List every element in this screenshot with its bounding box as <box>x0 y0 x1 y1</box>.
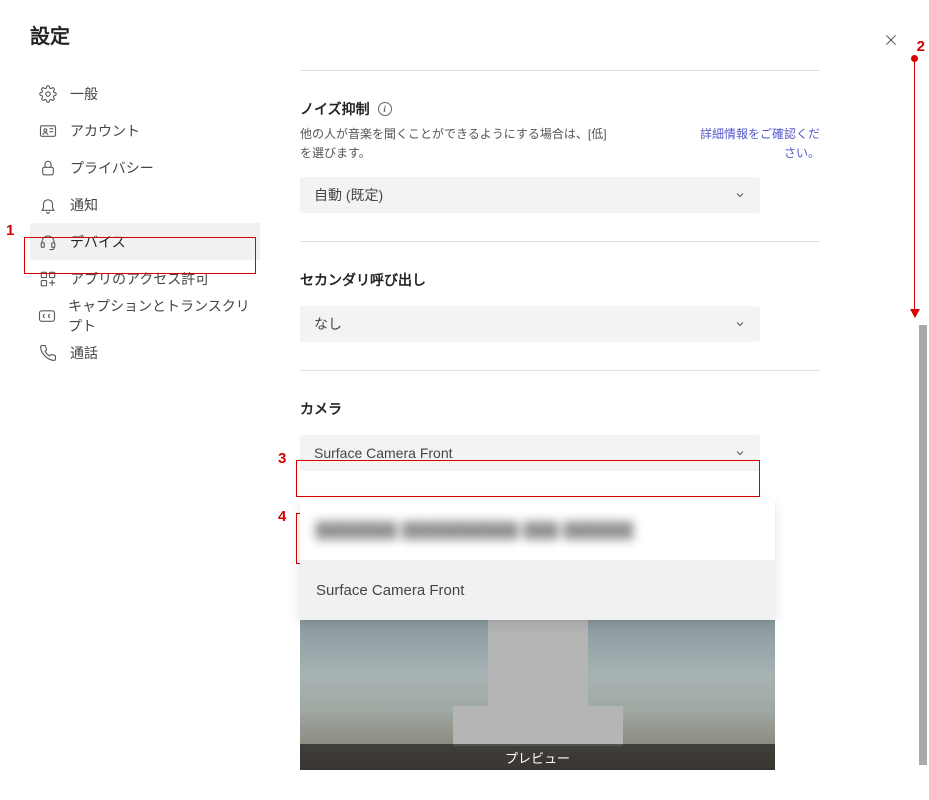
sidebar-item-notifications[interactable]: 通知 <box>30 186 260 223</box>
sidebar-item-account[interactable]: アカウント <box>30 112 260 149</box>
phone-icon <box>38 343 58 363</box>
annotation-4: 4 <box>278 508 286 525</box>
camera-preview: プレビュー <box>300 620 775 770</box>
preview-blur-head <box>488 620 588 720</box>
sidebar-item-app-permissions[interactable]: アプリのアクセス許可 <box>30 260 260 297</box>
annotation-3: 3 <box>278 450 286 467</box>
secondary-ringer-select[interactable]: なし <box>300 306 760 342</box>
noise-suppression-section: ノイズ抑制 i 他の人が音楽を聞くことができるようにする場合は、[低] を選びま… <box>300 70 820 241</box>
camera-title: カメラ <box>300 399 820 419</box>
camera-option-1[interactable]: Surface Camera Front <box>300 560 775 620</box>
annotation-1: 1 <box>6 222 14 239</box>
sidebar-item-devices[interactable]: デバイス <box>30 223 260 260</box>
sidebar-item-calls[interactable]: 通話 <box>30 334 260 371</box>
vertical-scrollbar[interactable] <box>919 325 927 765</box>
info-icon[interactable]: i <box>378 102 392 116</box>
sidebar-item-label: 通話 <box>70 343 98 363</box>
secondary-ringer-section: セカンダリ呼び出し なし <box>300 241 820 370</box>
settings-content: ノイズ抑制 i 他の人が音楽を聞くことができるようにする場合は、[低] を選びま… <box>260 0 820 800</box>
lock-icon <box>38 158 58 178</box>
sidebar-item-captions[interactable]: キャプションとトランスクリプト <box>30 297 260 334</box>
close-button[interactable] <box>881 30 901 50</box>
noise-title-text: ノイズ抑制 <box>300 99 370 119</box>
secondary-title: セカンダリ呼び出し <box>300 270 820 290</box>
sidebar-item-label: 一般 <box>70 84 98 104</box>
sidebar-item-label: プライバシー <box>70 158 154 178</box>
apps-icon <box>38 269 58 289</box>
id-card-icon <box>38 121 58 141</box>
gear-icon <box>38 84 58 104</box>
annotation-2-arrow <box>914 60 915 317</box>
sidebar-item-label: キャプションとトランスクリプト <box>68 296 252 336</box>
camera-option-0[interactable]: ███████ ██████████ ███ ██████ <box>300 500 775 560</box>
page-title: 設定 <box>30 20 260 49</box>
preview-label: プレビュー <box>300 744 775 770</box>
sidebar-item-label: デバイス <box>70 232 126 252</box>
secondary-title-text: セカンダリ呼び出し <box>300 270 426 290</box>
sidebar-item-label: アカウント <box>70 121 140 141</box>
camera-section: カメラ Surface Camera Front <box>300 370 820 471</box>
cc-icon <box>38 306 56 326</box>
sidebar-item-privacy[interactable]: プライバシー <box>30 149 260 186</box>
noise-learn-more-link[interactable]: 詳細情報をご確認ください。 <box>690 125 820 163</box>
chevron-down-icon <box>734 447 746 459</box>
chevron-down-icon <box>734 318 746 330</box>
sidebar-item-general[interactable]: 一般 <box>30 75 260 112</box>
camera-select[interactable]: Surface Camera Front <box>300 435 760 471</box>
secondary-value: なし <box>314 314 342 334</box>
noise-value: 自動 (既定) <box>314 185 383 205</box>
sidebar-item-label: 通知 <box>70 195 98 215</box>
noise-desc: 他の人が音楽を聞くことができるようにする場合は、[低] を選びます。 <box>300 125 620 163</box>
annotation-2: 2 <box>917 38 925 55</box>
headset-icon <box>38 232 58 252</box>
noise-suppression-select[interactable]: 自動 (既定) <box>300 177 760 213</box>
bell-icon <box>38 195 58 215</box>
preview-blur-body <box>453 706 623 746</box>
camera-dropdown-panel: ███████ ██████████ ███ ██████ Surface Ca… <box>300 500 775 620</box>
camera-option-label: ███████ ██████████ ███ ██████ <box>316 522 634 539</box>
sidebar-item-label: アプリのアクセス許可 <box>70 269 209 289</box>
settings-sidebar: 設定 一般 アカウント プライバシー 通知 <box>0 0 260 800</box>
chevron-down-icon <box>734 189 746 201</box>
camera-value: Surface Camera Front <box>314 445 453 461</box>
camera-option-label: Surface Camera Front <box>316 582 464 599</box>
camera-title-text: カメラ <box>300 399 342 419</box>
noise-title: ノイズ抑制 i <box>300 99 820 119</box>
